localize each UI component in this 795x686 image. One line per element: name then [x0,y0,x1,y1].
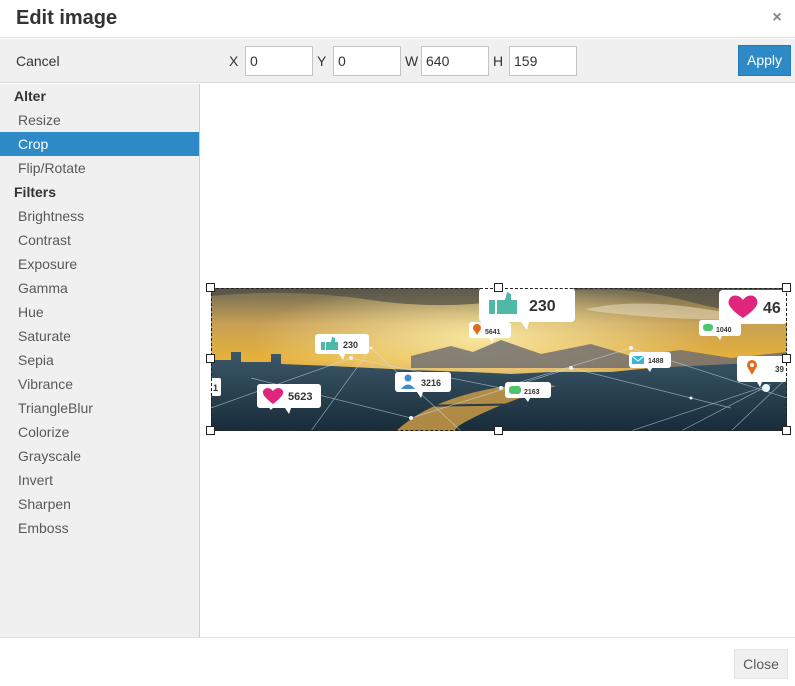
sidebar-item-gamma[interactable]: Gamma [0,276,199,300]
width-field[interactable] [421,46,489,76]
w-label: W [405,53,419,69]
sidebar-item-emboss[interactable]: Emboss [0,516,199,540]
sidebar-item-resize[interactable]: Resize [0,108,199,132]
crop-handle-bottom-right[interactable] [782,426,791,435]
sidebar-item-colorize[interactable]: Colorize [0,420,199,444]
sidebar-item-exposure[interactable]: Exposure [0,252,199,276]
h-label: H [493,53,504,69]
cancel-button[interactable]: Cancel [6,45,70,77]
dialog-titlebar: Edit image × [0,0,795,38]
sidebar-item-hue[interactable]: Hue [0,300,199,324]
x-field[interactable] [245,46,313,76]
crop-handle-bottom[interactable] [494,426,503,435]
y-label: Y [317,53,327,69]
crop-handle-top-right[interactable] [782,283,791,292]
y-field[interactable] [333,46,401,76]
tools-sidebar: Alter Resize Crop Flip/Rotate Filters Br… [0,84,200,637]
sidebar-item-saturate[interactable]: Saturate [0,324,199,348]
height-field[interactable] [509,46,577,76]
dialog-title: Edit image [16,7,118,29]
edit-image-dialog: Edit image × Cancel X Y W H Apply Alter … [0,0,795,686]
sidebar-item-invert[interactable]: Invert [0,468,199,492]
sidebar-item-flip-rotate[interactable]: Flip/Rotate [0,156,199,180]
x-label: X [229,53,239,69]
crop-handle-top-left[interactable] [206,283,215,292]
close-button[interactable]: Close [734,649,788,679]
image-canvas: 230 46 230 5641 1040 1488 39 3216 5623 2… [201,84,795,637]
alter-heading: Alter [14,88,46,104]
crop-handle-bottom-left[interactable] [206,426,215,435]
filters-heading: Filters [14,184,57,200]
dialog-footer: Close [0,637,795,686]
sidebar-item-sepia[interactable]: Sepia [0,348,199,372]
crop-handle-right[interactable] [782,354,791,363]
sidebar-item-grayscale[interactable]: Grayscale [0,444,199,468]
sidebar-item-contrast[interactable]: Contrast [0,228,199,252]
crop-selection[interactable] [211,288,787,431]
sidebar-item-crop[interactable]: Crop [0,132,199,156]
close-icon[interactable]: × [769,10,785,26]
sidebar-item-sharpen[interactable]: Sharpen [0,492,199,516]
sidebar-item-vibrance[interactable]: Vibrance [0,372,199,396]
sidebar-item-brightness[interactable]: Brightness [0,204,199,228]
crop-toolbar: Cancel X Y W H Apply [0,39,795,83]
crop-handle-top[interactable] [494,283,503,292]
sidebar-item-triangleblur[interactable]: TriangleBlur [0,396,199,420]
apply-button[interactable]: Apply [738,45,791,76]
crop-handle-left[interactable] [206,354,215,363]
